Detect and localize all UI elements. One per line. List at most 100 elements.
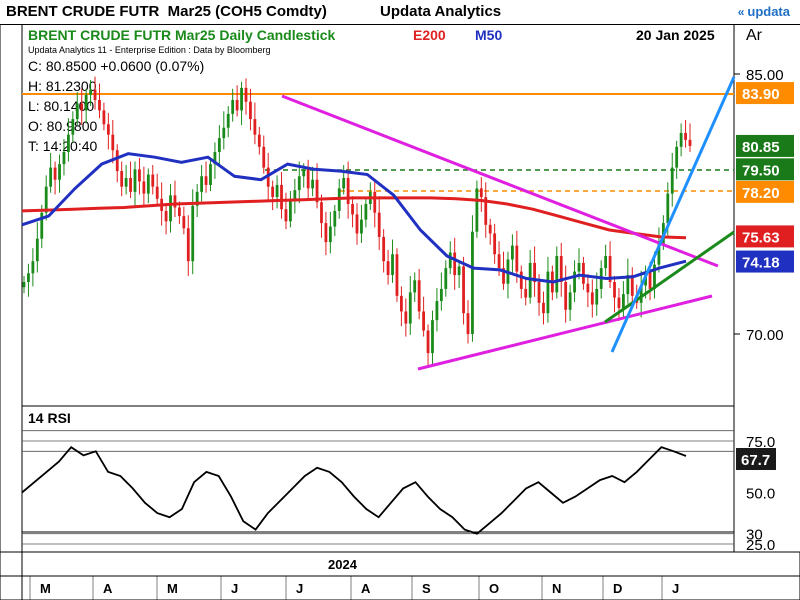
candle-body	[62, 152, 66, 165]
candle-body	[519, 271, 523, 289]
month-label: M	[167, 581, 178, 596]
month-label: A	[103, 581, 113, 596]
candle-body	[217, 138, 221, 152]
price-chart[interactable]: BRENT CRUDE FUTR Mar25 Daily Candlestick…	[0, 24, 800, 600]
candle-body	[559, 256, 563, 282]
candle-body	[395, 254, 399, 296]
candle-body	[271, 186, 275, 198]
candle-body	[249, 101, 252, 120]
candle-body	[613, 282, 616, 298]
candle-body	[475, 188, 479, 232]
axis-unit-label: Ar	[746, 27, 763, 44]
month-label: D	[613, 581, 622, 596]
candle-body	[204, 176, 208, 185]
candle-body	[466, 313, 470, 334]
candle-body	[622, 294, 625, 308]
candle-body	[146, 174, 150, 194]
candle-body	[106, 124, 110, 135]
year-label: 2024	[328, 557, 358, 572]
candle-body	[444, 268, 448, 289]
candle-body	[617, 297, 621, 308]
candle-body	[35, 238, 39, 262]
candle-body	[311, 179, 314, 189]
candle-body	[373, 191, 377, 213]
month-label: J	[672, 581, 679, 596]
candle-body	[115, 150, 119, 172]
price-y-ticks: 85.00 70.00	[734, 67, 784, 344]
candle-body	[164, 210, 168, 222]
candle-body	[49, 167, 53, 187]
readout-close: C: 80.8500 +0.0600 (0.07%)	[28, 58, 204, 74]
candle-body	[191, 205, 195, 262]
candle-body	[151, 174, 155, 187]
candle-body	[546, 271, 550, 314]
readout-time: T: 14:20:40	[28, 138, 97, 154]
candle-body	[27, 273, 30, 282]
candle-body	[679, 132, 683, 147]
chart-date: 20 Jan 2025	[636, 27, 715, 43]
candle-body	[226, 113, 230, 128]
candle-body	[120, 171, 124, 187]
candle-body	[417, 280, 421, 312]
readout-open: O: 80.9800	[28, 118, 97, 134]
candle-body	[453, 252, 457, 276]
rsi-line	[21, 446, 687, 535]
month-label: J	[296, 581, 303, 596]
candle-body	[422, 311, 425, 331]
candle-body	[586, 283, 590, 293]
price-tick-label: 85.00	[746, 67, 784, 84]
vendor-title: Updata Analytics	[380, 3, 502, 20]
candle-body	[564, 282, 568, 310]
candle-body	[497, 254, 501, 269]
candle-body	[155, 186, 159, 199]
candle-body	[231, 100, 235, 114]
candle-body	[75, 103, 79, 120]
candle-body	[124, 178, 128, 187]
candle-body	[186, 228, 190, 262]
price-label-text: 78.20	[742, 185, 780, 202]
candle-body	[493, 233, 497, 255]
candle-body	[102, 110, 106, 125]
candle-body	[346, 178, 350, 204]
month-labels: MAMJJASONDJ	[29, 576, 679, 600]
candle-body	[471, 231, 474, 334]
candle-body	[289, 198, 292, 222]
candle-body	[306, 169, 310, 189]
price-label-text: 83.90	[742, 86, 780, 103]
candle-body	[688, 139, 692, 146]
candle-body	[479, 188, 483, 198]
e200-line	[21, 196, 687, 240]
price-label-text: 74.18	[742, 255, 780, 272]
candle-body	[129, 178, 132, 192]
candle-body	[320, 202, 323, 224]
candlestick-series	[22, 76, 692, 368]
candle-body	[297, 176, 301, 191]
candle-body	[439, 288, 443, 302]
candle-body	[537, 282, 541, 303]
candle-body	[524, 288, 528, 298]
candle-body	[604, 256, 608, 269]
candle-body	[675, 146, 679, 168]
month-label: S	[422, 581, 431, 596]
candle-body	[169, 195, 172, 222]
month-label: O	[489, 581, 499, 596]
candle-body	[244, 87, 248, 102]
candle-body	[431, 320, 434, 354]
candle-body	[595, 288, 599, 305]
price-tick-label: 70.00	[746, 327, 784, 344]
rsi-title: 14 RSI	[28, 410, 71, 426]
candle-body	[22, 282, 26, 288]
legend-e200: E200	[413, 27, 446, 43]
candle-body	[426, 330, 430, 354]
candle-body	[262, 146, 266, 168]
blue-trendline	[610, 76, 736, 353]
candle-body	[391, 254, 394, 276]
updata-logo: «updata	[738, 4, 790, 19]
candle-body	[435, 301, 439, 321]
candle-body	[53, 167, 57, 180]
candle-body	[84, 94, 88, 111]
candle-body	[178, 207, 181, 217]
rsi-panel-frame	[21, 405, 735, 533]
candle-body	[462, 266, 465, 314]
candle-body	[253, 119, 257, 135]
